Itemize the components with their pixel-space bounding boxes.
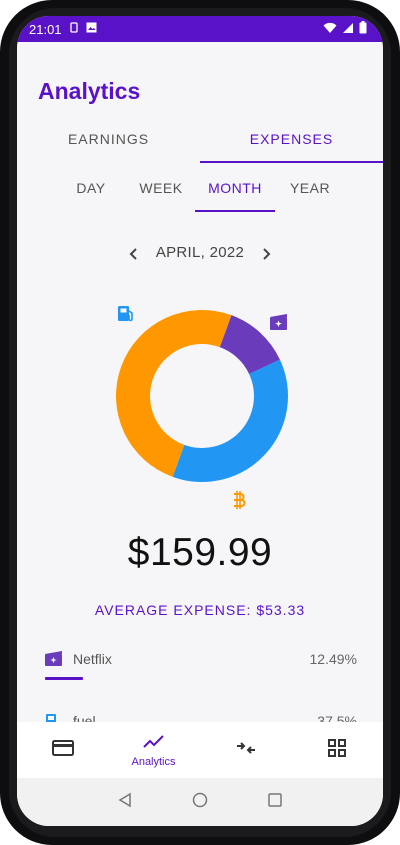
tab-expenses-label: EXPENSES: [249, 131, 334, 147]
list-item[interactable]: Netflix 12.49%: [45, 648, 357, 680]
range-month-label: MONTH: [208, 180, 262, 196]
range-week-label: WEEK: [139, 180, 183, 196]
range-day[interactable]: DAY: [51, 174, 131, 212]
tab-earnings[interactable]: EARNINGS: [17, 123, 200, 163]
average-expense: AVERAGE EXPENSE: $53.33: [94, 602, 306, 618]
tab-indicator: [200, 161, 383, 163]
nav-more[interactable]: [291, 722, 382, 778]
range-indicator: [195, 210, 275, 212]
signal-icon: [342, 21, 354, 39]
fuel-icon: [118, 306, 133, 322]
total-amount: $159.99: [127, 531, 273, 574]
item-bar: [45, 677, 83, 680]
image-icon: [86, 20, 97, 38]
range-week[interactable]: WEEK: [121, 174, 201, 212]
volume-button: [0, 190, 3, 230]
tab-earnings-label: EARNINGS: [67, 131, 150, 147]
donut-slice-fuel[interactable]: [172, 359, 288, 482]
grid-icon: [327, 738, 347, 763]
bottom-navigation: Analytics: [17, 722, 383, 778]
recents-icon[interactable]: [267, 792, 283, 813]
sim-icon: [69, 20, 78, 38]
system-navigation-bar: [17, 778, 383, 826]
range-selector: DAY WEEK MONTH YEAR: [17, 174, 383, 214]
nav-cards[interactable]: [17, 722, 108, 778]
screen: 21:01 Analytics EARNINGS EXPENSES DAY WE…: [17, 16, 383, 826]
range-year[interactable]: YEAR: [270, 174, 350, 212]
period-label: APRIL, 2022: [155, 244, 245, 261]
wifi-icon: [323, 21, 337, 39]
movie-icon: [270, 314, 287, 330]
expense-donut-chart: [115, 306, 288, 482]
card-icon: [51, 739, 74, 762]
status-bar: 21:01: [17, 16, 383, 42]
battery-icon: [359, 21, 367, 39]
home-icon[interactable]: [192, 792, 208, 813]
phone-frame: 21:01 Analytics EARNINGS EXPENSES DAY WE…: [0, 0, 400, 845]
back-icon[interactable]: [117, 792, 133, 813]
item-name: Netflix: [73, 651, 112, 667]
page-title: Analytics: [38, 78, 141, 104]
item-percent: 12.49%: [309, 651, 357, 667]
range-year-label: YEAR: [289, 180, 331, 196]
period-selector: APRIL, 2022: [17, 242, 383, 266]
tab-expenses[interactable]: EXPENSES: [200, 123, 383, 163]
trend-icon: [142, 733, 165, 754]
transfer-icon: [235, 740, 257, 761]
movie-icon: [45, 651, 65, 669]
nav-analytics-label: Analytics: [131, 755, 176, 768]
bitcoin-icon: [232, 490, 246, 510]
range-day-label: DAY: [76, 180, 106, 196]
nav-analytics[interactable]: Analytics: [108, 722, 199, 778]
status-time: 21:01: [29, 21, 62, 37]
chevron-right-icon[interactable]: [255, 242, 279, 266]
range-month[interactable]: MONTH: [195, 174, 275, 212]
nav-transfers[interactable]: [200, 722, 291, 778]
tab-bar: EARNINGS EXPENSES: [17, 123, 383, 163]
